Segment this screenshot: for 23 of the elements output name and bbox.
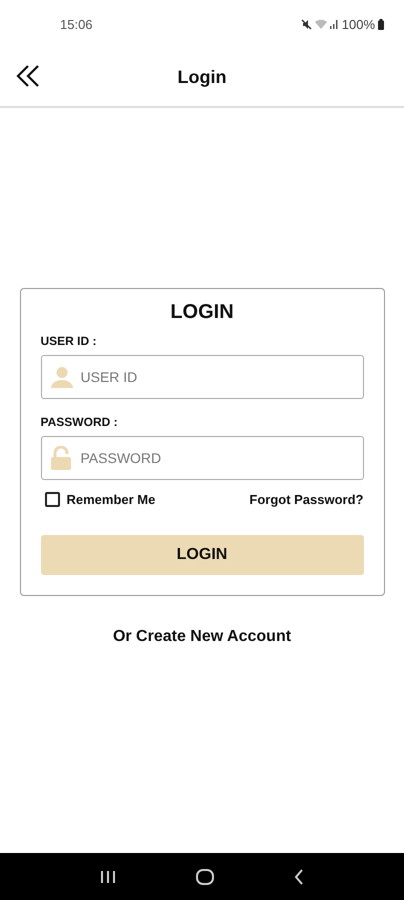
create-account-link[interactable]: Or Create New Account [112, 628, 292, 646]
home-icon[interactable] [196, 868, 214, 884]
remember-checkbox[interactable] [44, 492, 60, 507]
recent-apps-icon[interactable] [100, 870, 116, 884]
mute-icon [300, 18, 312, 30]
login-button[interactable]: LOGIN [40, 535, 364, 575]
card-title: LOGIN [169, 301, 235, 324]
back-nav-icon[interactable] [294, 868, 304, 884]
battery-level: 100% [342, 16, 375, 32]
field-label: USER ID : [40, 334, 98, 348]
input-field[interactable]: USER ID [40, 355, 364, 399]
page-title: Login [178, 66, 226, 88]
input-field[interactable]: PASSWORD [40, 436, 364, 480]
user-icon [50, 366, 72, 388]
status-time: 15:06 [60, 16, 93, 32]
back-icon[interactable] [16, 64, 40, 88]
field-label: PASSWORD : [40, 415, 119, 429]
remember-label: Remember Me [66, 492, 156, 507]
forgot-password-link[interactable]: Forgot Password? [249, 492, 364, 507]
wifi-icon [314, 19, 327, 29]
signal-icon [330, 19, 339, 29]
unlocked-padlock-icon [50, 446, 70, 470]
battery-icon [378, 18, 384, 30]
